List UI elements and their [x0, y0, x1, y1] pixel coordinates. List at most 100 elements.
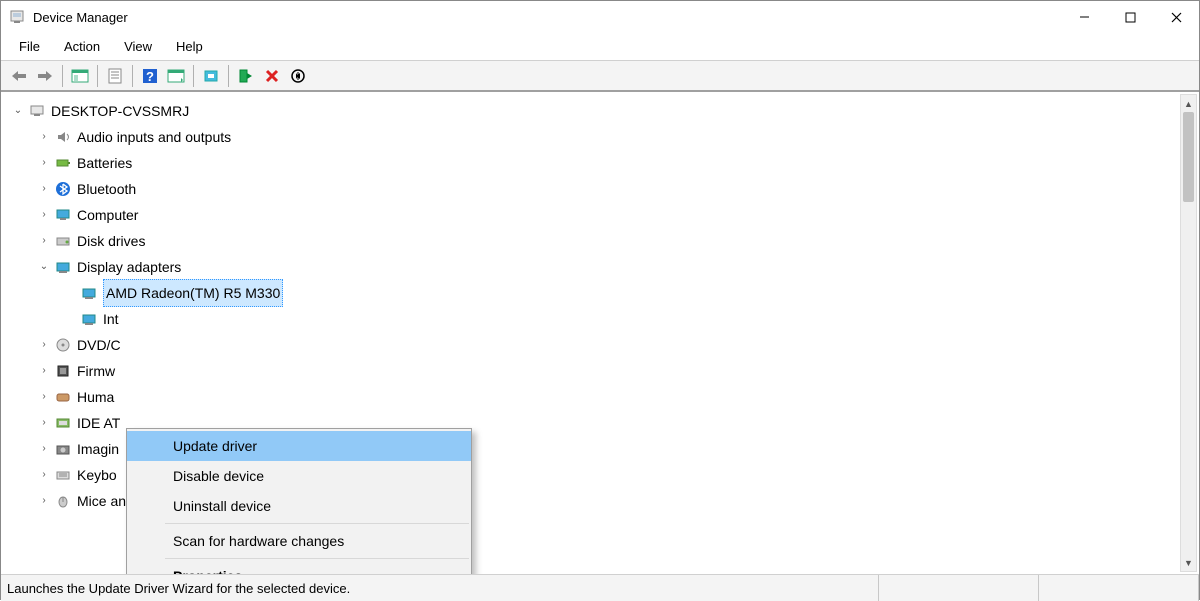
context-menu-label: Update driver — [173, 438, 257, 454]
computer-icon — [28, 102, 46, 120]
tree-item-label: AMD Radeon(TM) R5 M330 — [103, 279, 283, 307]
scroll-thumb[interactable] — [1183, 112, 1194, 202]
keyboard-icon — [54, 466, 72, 484]
scan-hardware-button[interactable] — [164, 64, 188, 88]
context-menu-label: Uninstall device — [173, 498, 271, 514]
chevron-down-icon[interactable]: ⌄ — [37, 254, 51, 280]
forward-button[interactable] — [33, 64, 57, 88]
menubar: File Action View Help — [1, 33, 1199, 61]
tree-item-label: Audio inputs and outputs — [77, 124, 231, 150]
chevron-right-icon[interactable]: › — [37, 176, 51, 202]
window-controls — [1061, 2, 1199, 32]
chevron-right-icon[interactable]: › — [37, 150, 51, 176]
chevron-right-icon[interactable]: › — [37, 488, 51, 514]
chevron-right-icon[interactable]: › — [37, 202, 51, 228]
show-hide-console-button[interactable] — [68, 64, 92, 88]
camera-icon — [54, 440, 72, 458]
monitor-icon — [54, 206, 72, 224]
statusbar-cell — [879, 575, 1039, 601]
battery-icon — [54, 154, 72, 172]
properties-button[interactable] — [103, 64, 127, 88]
context-menu-label: Scan for hardware changes — [173, 533, 344, 549]
context-menu-properties[interactable]: Properties — [127, 561, 471, 575]
menu-help[interactable]: Help — [164, 35, 215, 58]
tree-root-label: DESKTOP-CVSSMRJ — [51, 98, 189, 124]
chevron-right-icon[interactable]: › — [37, 462, 51, 488]
enable-device-button[interactable] — [234, 64, 258, 88]
toolbar-separator — [228, 65, 229, 87]
close-button[interactable] — [1153, 2, 1199, 32]
chevron-right-icon[interactable]: › — [37, 358, 51, 384]
tree-item-amd-radeon[interactable]: AMD Radeon(TM) R5 M330 — [11, 280, 1195, 306]
menu-file[interactable]: File — [7, 35, 52, 58]
chevron-right-icon[interactable]: › — [37, 384, 51, 410]
tree-item-label: Imagin — [77, 436, 119, 462]
chevron-right-icon[interactable]: › — [37, 436, 51, 462]
scroll-up-arrow-icon[interactable]: ▲ — [1181, 95, 1196, 112]
chevron-right-icon[interactable]: › — [37, 124, 51, 150]
bluetooth-icon — [54, 180, 72, 198]
speaker-icon — [54, 128, 72, 146]
tree-item-label: Firmw — [77, 358, 115, 384]
context-menu-separator — [165, 523, 469, 524]
tree-item-disk-drives[interactable]: › Disk drives — [11, 228, 1195, 254]
context-menu-scan-hardware[interactable]: Scan for hardware changes — [127, 526, 471, 556]
tree-item-hid[interactable]: › Huma — [11, 384, 1195, 410]
tree-root[interactable]: ⌄ DESKTOP-CVSSMRJ — [11, 98, 1195, 124]
ide-icon — [54, 414, 72, 432]
vertical-scrollbar[interactable]: ▲ ▼ — [1180, 94, 1197, 572]
titlebar: Device Manager — [1, 1, 1199, 33]
window-title: Device Manager — [33, 10, 1061, 25]
toolbar-separator — [132, 65, 133, 87]
tree-item-label: Display adapters — [77, 254, 181, 280]
content-area: ⌄ DESKTOP-CVSSMRJ › Audio inputs and out… — [1, 92, 1199, 575]
back-button[interactable] — [7, 64, 31, 88]
update-driver-button[interactable] — [199, 64, 223, 88]
chevron-down-icon[interactable]: ⌄ — [11, 98, 25, 124]
dvd-icon — [54, 336, 72, 354]
hid-icon — [54, 388, 72, 406]
uninstall-device-button[interactable] — [260, 64, 284, 88]
tree-item-intel-graphics[interactable]: Int — [11, 306, 1195, 332]
display-adapter-icon — [80, 310, 98, 328]
toolbar-separator — [97, 65, 98, 87]
context-menu-disable-device[interactable]: Disable device — [127, 461, 471, 491]
maximize-button[interactable] — [1107, 2, 1153, 32]
tree-item-computer[interactable]: › Computer — [11, 202, 1195, 228]
chevron-right-icon[interactable]: › — [37, 228, 51, 254]
menu-action[interactable]: Action — [52, 35, 112, 58]
tree-item-audio[interactable]: › Audio inputs and outputs — [11, 124, 1195, 150]
firmware-icon — [54, 362, 72, 380]
context-menu-update-driver[interactable]: Update driver — [127, 431, 471, 461]
scroll-track[interactable] — [1181, 112, 1196, 554]
disk-icon — [54, 232, 72, 250]
tree-item-label: Keybo — [77, 462, 117, 488]
context-menu-uninstall-device[interactable]: Uninstall device — [127, 491, 471, 521]
display-adapter-icon — [80, 284, 98, 302]
context-menu-label: Properties — [173, 568, 242, 575]
scroll-down-arrow-icon[interactable]: ▼ — [1181, 554, 1196, 571]
tree-item-label: DVD/C — [77, 332, 121, 358]
chevron-right-icon[interactable]: › — [37, 410, 51, 436]
app-icon — [9, 9, 25, 25]
tree-item-label: Int — [103, 306, 119, 332]
minimize-button[interactable] — [1061, 2, 1107, 32]
tree-item-dvd[interactable]: › DVD/C — [11, 332, 1195, 358]
tree-item-batteries[interactable]: › Batteries — [11, 150, 1195, 176]
toolbar-separator — [62, 65, 63, 87]
statusbar-cell — [1039, 575, 1199, 601]
tree-item-display-adapters[interactable]: ⌄ Display adapters — [11, 254, 1195, 280]
chevron-right-icon[interactable]: › — [37, 332, 51, 358]
display-adapter-icon — [54, 258, 72, 276]
tree-item-label: Bluetooth — [77, 176, 136, 202]
tree-item-bluetooth[interactable]: › Bluetooth — [11, 176, 1195, 202]
tree-item-label: Disk drives — [77, 228, 145, 254]
help-button[interactable]: ? — [138, 64, 162, 88]
menu-view[interactable]: View — [112, 35, 164, 58]
tree-item-label: Computer — [77, 202, 138, 228]
context-menu-label: Disable device — [173, 468, 264, 484]
tree-item-label: Batteries — [77, 150, 132, 176]
disable-device-button[interactable] — [286, 64, 310, 88]
tree-item-firmware[interactable]: › Firmw — [11, 358, 1195, 384]
statusbar: Launches the Update Driver Wizard for th… — [1, 575, 1199, 601]
